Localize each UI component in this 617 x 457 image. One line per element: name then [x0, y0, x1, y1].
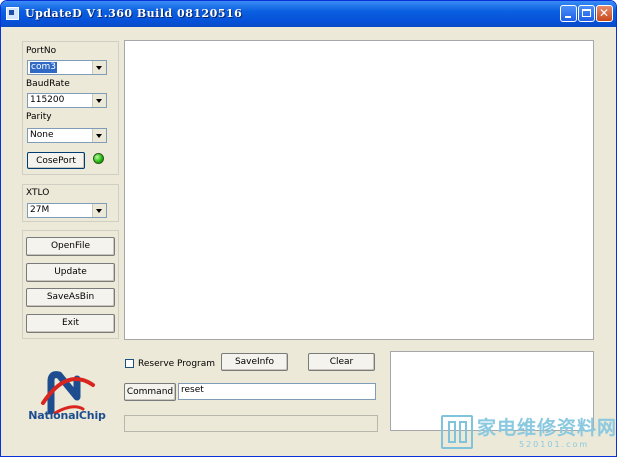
parity-label: Parity	[26, 112, 52, 122]
baudrate-label: BaudRate	[26, 79, 70, 89]
parity-value: None	[30, 130, 54, 140]
app-window: UpdateD V1.360 Build 08120516 ✕ PortNo c…	[0, 0, 617, 457]
xtlo-label: XTLO	[26, 188, 50, 198]
reserve-program-label[interactable]: Reserve Program	[138, 359, 215, 369]
reserve-program-checkbox[interactable]	[125, 359, 134, 368]
watermark-subtext: 520101.com	[519, 440, 590, 449]
log-output-panel[interactable]	[124, 40, 594, 340]
xtlo-value: 27M	[30, 205, 50, 215]
window-title: UpdateD V1.360 Build 08120516	[25, 7, 243, 20]
maximize-icon	[582, 9, 591, 17]
title-bar[interactable]: UpdateD V1.360 Build 08120516 ✕	[1, 1, 616, 27]
portno-value: com3	[30, 62, 57, 73]
command-input[interactable]: reset	[178, 383, 376, 400]
portno-select[interactable]: com3	[27, 60, 107, 75]
minimize-icon	[565, 16, 571, 18]
command-button[interactable]: Command	[124, 383, 176, 401]
chevron-down-icon[interactable]	[92, 129, 106, 142]
app-icon[interactable]	[6, 7, 19, 20]
save-info-button[interactable]: SaveInfo	[221, 353, 288, 371]
open-file-button[interactable]: OpenFile	[26, 237, 115, 256]
nationalchip-logo-text: NationalChip	[28, 409, 106, 422]
portno-label: PortNo	[26, 46, 57, 56]
save-as-bin-button[interactable]: SaveAsBin	[26, 288, 115, 307]
port-status-icon	[93, 153, 104, 164]
watermark: 家电维修资料网 520101.com	[441, 413, 617, 456]
update-button[interactable]: Update	[26, 263, 115, 282]
chevron-down-icon[interactable]	[92, 204, 106, 217]
close-icon: ✕	[599, 6, 610, 20]
watermark-text: 家电维修资料网	[477, 417, 617, 439]
exit-button[interactable]: Exit	[26, 314, 115, 333]
maximize-button[interactable]	[578, 5, 595, 22]
chevron-down-icon[interactable]	[92, 94, 106, 107]
baudrate-value: 115200	[30, 95, 65, 105]
close-button[interactable]: ✕	[596, 5, 613, 22]
parity-select[interactable]: None	[27, 128, 107, 143]
progress-bar	[124, 415, 378, 432]
minimize-button[interactable]	[560, 5, 577, 22]
chevron-down-icon[interactable]	[92, 61, 106, 74]
xtlo-select[interactable]: 27M	[27, 203, 107, 218]
close-port-button[interactable]: CosePort	[27, 152, 85, 169]
clear-button[interactable]: Clear	[308, 353, 375, 371]
watermark-book-icon	[441, 415, 473, 449]
baudrate-select[interactable]: 115200	[27, 93, 107, 108]
